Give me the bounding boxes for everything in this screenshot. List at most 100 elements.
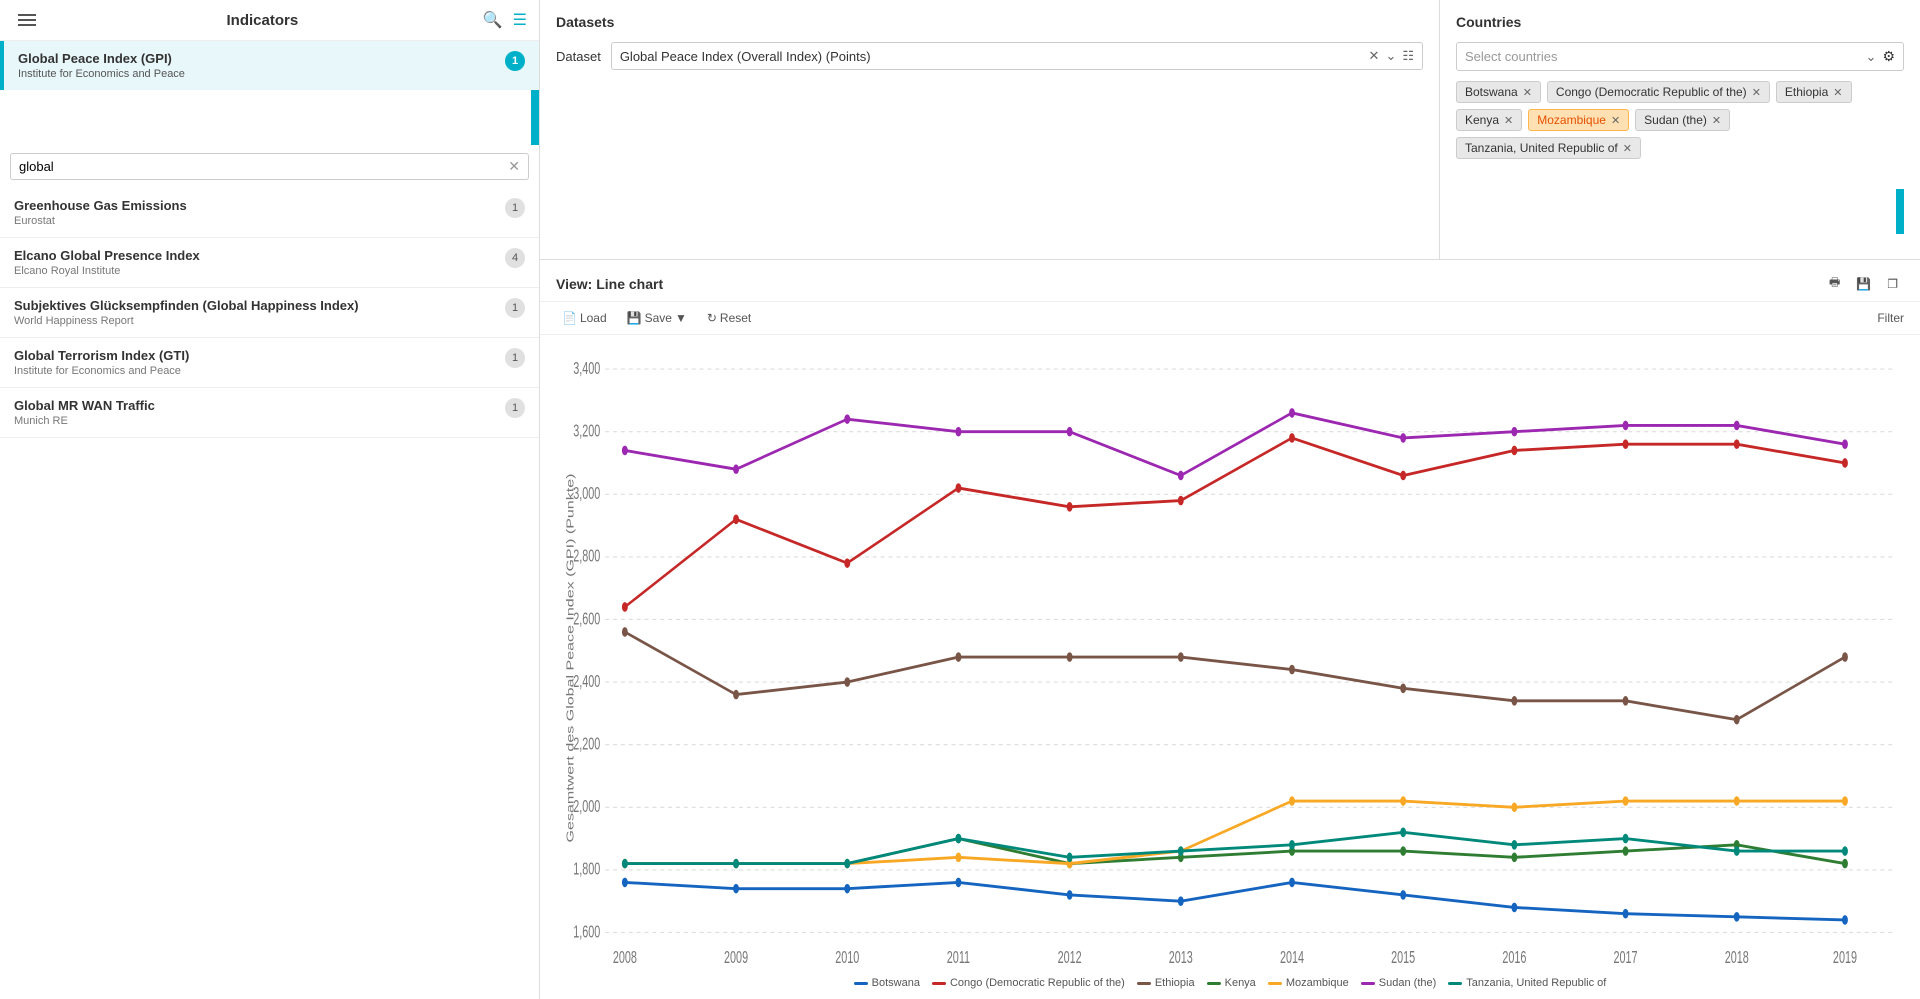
countries-panel: Countries Select countries ⌄ ⚙ Botswana ✕…: [1440, 0, 1920, 259]
load-icon: 📄: [562, 311, 577, 325]
settings-icon[interactable]: ⚙: [1882, 48, 1895, 65]
svg-text:2011: 2011: [947, 949, 970, 968]
svg-text:2017: 2017: [1614, 949, 1638, 968]
grid-icon[interactable]: ☷: [1402, 48, 1414, 64]
indicator-item-subtitle: Institute for Economics and Peace: [14, 365, 189, 377]
reset-icon: ↻: [707, 311, 717, 325]
country-tag-label: Tanzania, United Republic of: [1465, 141, 1618, 155]
remove-country-icon[interactable]: ✕: [1623, 142, 1632, 155]
indicators-title: Indicators: [227, 12, 299, 29]
svg-text:2010: 2010: [835, 949, 859, 968]
selected-indicator-title: Global Peace Index (GPI): [18, 51, 185, 66]
country-tag: Kenya ✕: [1456, 109, 1522, 131]
legend-dot: [1361, 982, 1375, 985]
dataset-select[interactable]: Global Peace Index (Overall Index) (Poin…: [611, 42, 1423, 70]
svg-text:2,600: 2,600: [573, 610, 600, 629]
country-tag: Ethiopia ✕: [1776, 81, 1852, 103]
indicator-item-subtitle: Elcano Royal Institute: [14, 265, 200, 277]
svg-text:2,200: 2,200: [573, 735, 600, 754]
svg-text:3,200: 3,200: [573, 422, 600, 441]
dataset-value: Global Peace Index (Overall Index) (Poin…: [620, 49, 1369, 64]
country-tags: Botswana✕Congo (Democratic Republic of t…: [1456, 81, 1904, 159]
download-btn[interactable]: 💾: [1850, 274, 1877, 294]
legend-item: Congo (Democratic Republic of the): [932, 977, 1125, 989]
indicator-item-badge: 1: [505, 348, 525, 368]
country-tag-label: Kenya: [1465, 113, 1499, 127]
countries-select-box[interactable]: Select countries ⌄ ⚙: [1456, 42, 1904, 71]
svg-text:2018: 2018: [1725, 949, 1749, 968]
svg-text:1,600: 1,600: [573, 923, 600, 942]
search-input[interactable]: [19, 159, 508, 174]
indicator-list-item[interactable]: Elcano Global Presence Index Elcano Roya…: [0, 238, 539, 288]
left-panel: Indicators 🔍 ☰ Global Peace Index (GPI) …: [0, 0, 540, 999]
countries-title: Countries: [1456, 14, 1904, 30]
chart-left-actions: 📄 Load 💾 Save ▼ ↻ Reset: [556, 308, 757, 328]
expand-dataset-icon[interactable]: ⌄: [1385, 48, 1396, 64]
chart-area: View: Line chart 🖶 💾 ❐ 📄 Load 💾 Save ▼: [540, 260, 1920, 999]
indicator-item-title: Greenhouse Gas Emissions: [14, 198, 187, 213]
legend-label: Congo (Democratic Republic of the): [950, 977, 1125, 989]
legend-dot: [1268, 982, 1282, 985]
indicator-list-item[interactable]: Greenhouse Gas Emissions Eurostat 1: [0, 188, 539, 238]
search-icon[interactable]: 🔍: [483, 10, 503, 30]
legend-dot: [1448, 982, 1462, 985]
selected-indicator-item[interactable]: Global Peace Index (GPI) Institute for E…: [0, 41, 539, 90]
indicator-list-item[interactable]: Global Terrorism Index (GTI) Institute f…: [0, 338, 539, 388]
filter-btn[interactable]: Filter: [1877, 311, 1904, 325]
country-tag-label: Mozambique: [1537, 113, 1606, 127]
remove-country-icon[interactable]: ✕: [1712, 114, 1721, 127]
remove-country-icon[interactable]: ✕: [1504, 114, 1513, 127]
chevron-down-icon: ⌄: [1866, 49, 1877, 65]
legend-label: Botswana: [872, 977, 920, 989]
legend-label: Kenya: [1225, 977, 1256, 989]
chart-legend: Botswana Congo (Democratic Republic of th…: [540, 971, 1920, 999]
indicator-item-badge: 1: [505, 298, 525, 318]
indicator-item-title: Global MR WAN Traffic: [14, 398, 155, 413]
remove-country-icon[interactable]: ✕: [1833, 86, 1842, 99]
svg-text:2015: 2015: [1391, 949, 1415, 968]
legend-item: Kenya: [1207, 977, 1256, 989]
remove-country-icon[interactable]: ✕: [1752, 86, 1761, 99]
menu-icon[interactable]: ☰: [513, 10, 527, 30]
chart-toolbar: 🖶 💾 ❐: [1823, 270, 1904, 297]
hamburger-icon[interactable]: [12, 8, 42, 32]
country-tag: Congo (Democratic Republic of the)✕: [1547, 81, 1770, 103]
save-chevron-icon: ▼: [675, 311, 687, 325]
reset-btn[interactable]: ↻ Reset: [701, 308, 757, 328]
save-icon: 💾: [627, 311, 642, 325]
save-btn[interactable]: 💾 Save ▼: [621, 308, 693, 328]
load-label: Load: [580, 311, 607, 325]
countries-placeholder: Select countries: [1465, 49, 1866, 64]
chart-header: View: Line chart 🖶 💾 ❐: [540, 260, 1920, 302]
legend-dot: [1207, 982, 1221, 985]
reset-label: Reset: [720, 311, 751, 325]
print-btn[interactable]: 🖶: [1823, 270, 1846, 297]
fullscreen-btn[interactable]: ❐: [1881, 274, 1904, 294]
legend-label: Mozambique: [1286, 977, 1349, 989]
svg-text:2,400: 2,400: [573, 672, 600, 691]
country-tag-label: Ethiopia: [1785, 85, 1828, 99]
country-tag-label: Botswana: [1465, 85, 1518, 99]
svg-text:2009: 2009: [724, 949, 748, 968]
indicator-item-subtitle: Munich RE: [14, 415, 155, 427]
selected-indicator-text: Global Peace Index (GPI) Institute for E…: [18, 51, 185, 80]
indicator-item-badge: 1: [505, 198, 525, 218]
legend-item: Mozambique: [1268, 977, 1349, 989]
line-chart-svg: Gesamtwert des Global Peace Index (GPI) …: [556, 345, 1904, 971]
load-btn[interactable]: 📄 Load: [556, 308, 613, 328]
svg-text:Gesamtwert des Global Peace In: Gesamtwert des Global Peace Index (GPI) …: [565, 474, 576, 843]
remove-country-icon[interactable]: ✕: [1611, 114, 1620, 127]
svg-text:2013: 2013: [1169, 949, 1193, 968]
svg-text:2008: 2008: [613, 949, 637, 968]
legend-item: Tanzania, United Republic of: [1448, 977, 1606, 989]
legend-dot: [854, 982, 868, 985]
svg-text:2,800: 2,800: [573, 547, 600, 566]
remove-country-icon[interactable]: ✕: [1523, 86, 1532, 99]
clear-dataset-icon[interactable]: ✕: [1369, 48, 1380, 64]
indicator-list-item[interactable]: Subjektives Glücksempfinden (Global Happ…: [0, 288, 539, 338]
legend-label: Tanzania, United Republic of: [1466, 977, 1606, 989]
indicator-item-subtitle: World Happiness Report: [14, 315, 359, 327]
legend-dot: [932, 982, 946, 985]
indicator-list-item[interactable]: Global MR WAN Traffic Munich RE 1: [0, 388, 539, 438]
clear-search-icon[interactable]: ✕: [508, 158, 520, 175]
